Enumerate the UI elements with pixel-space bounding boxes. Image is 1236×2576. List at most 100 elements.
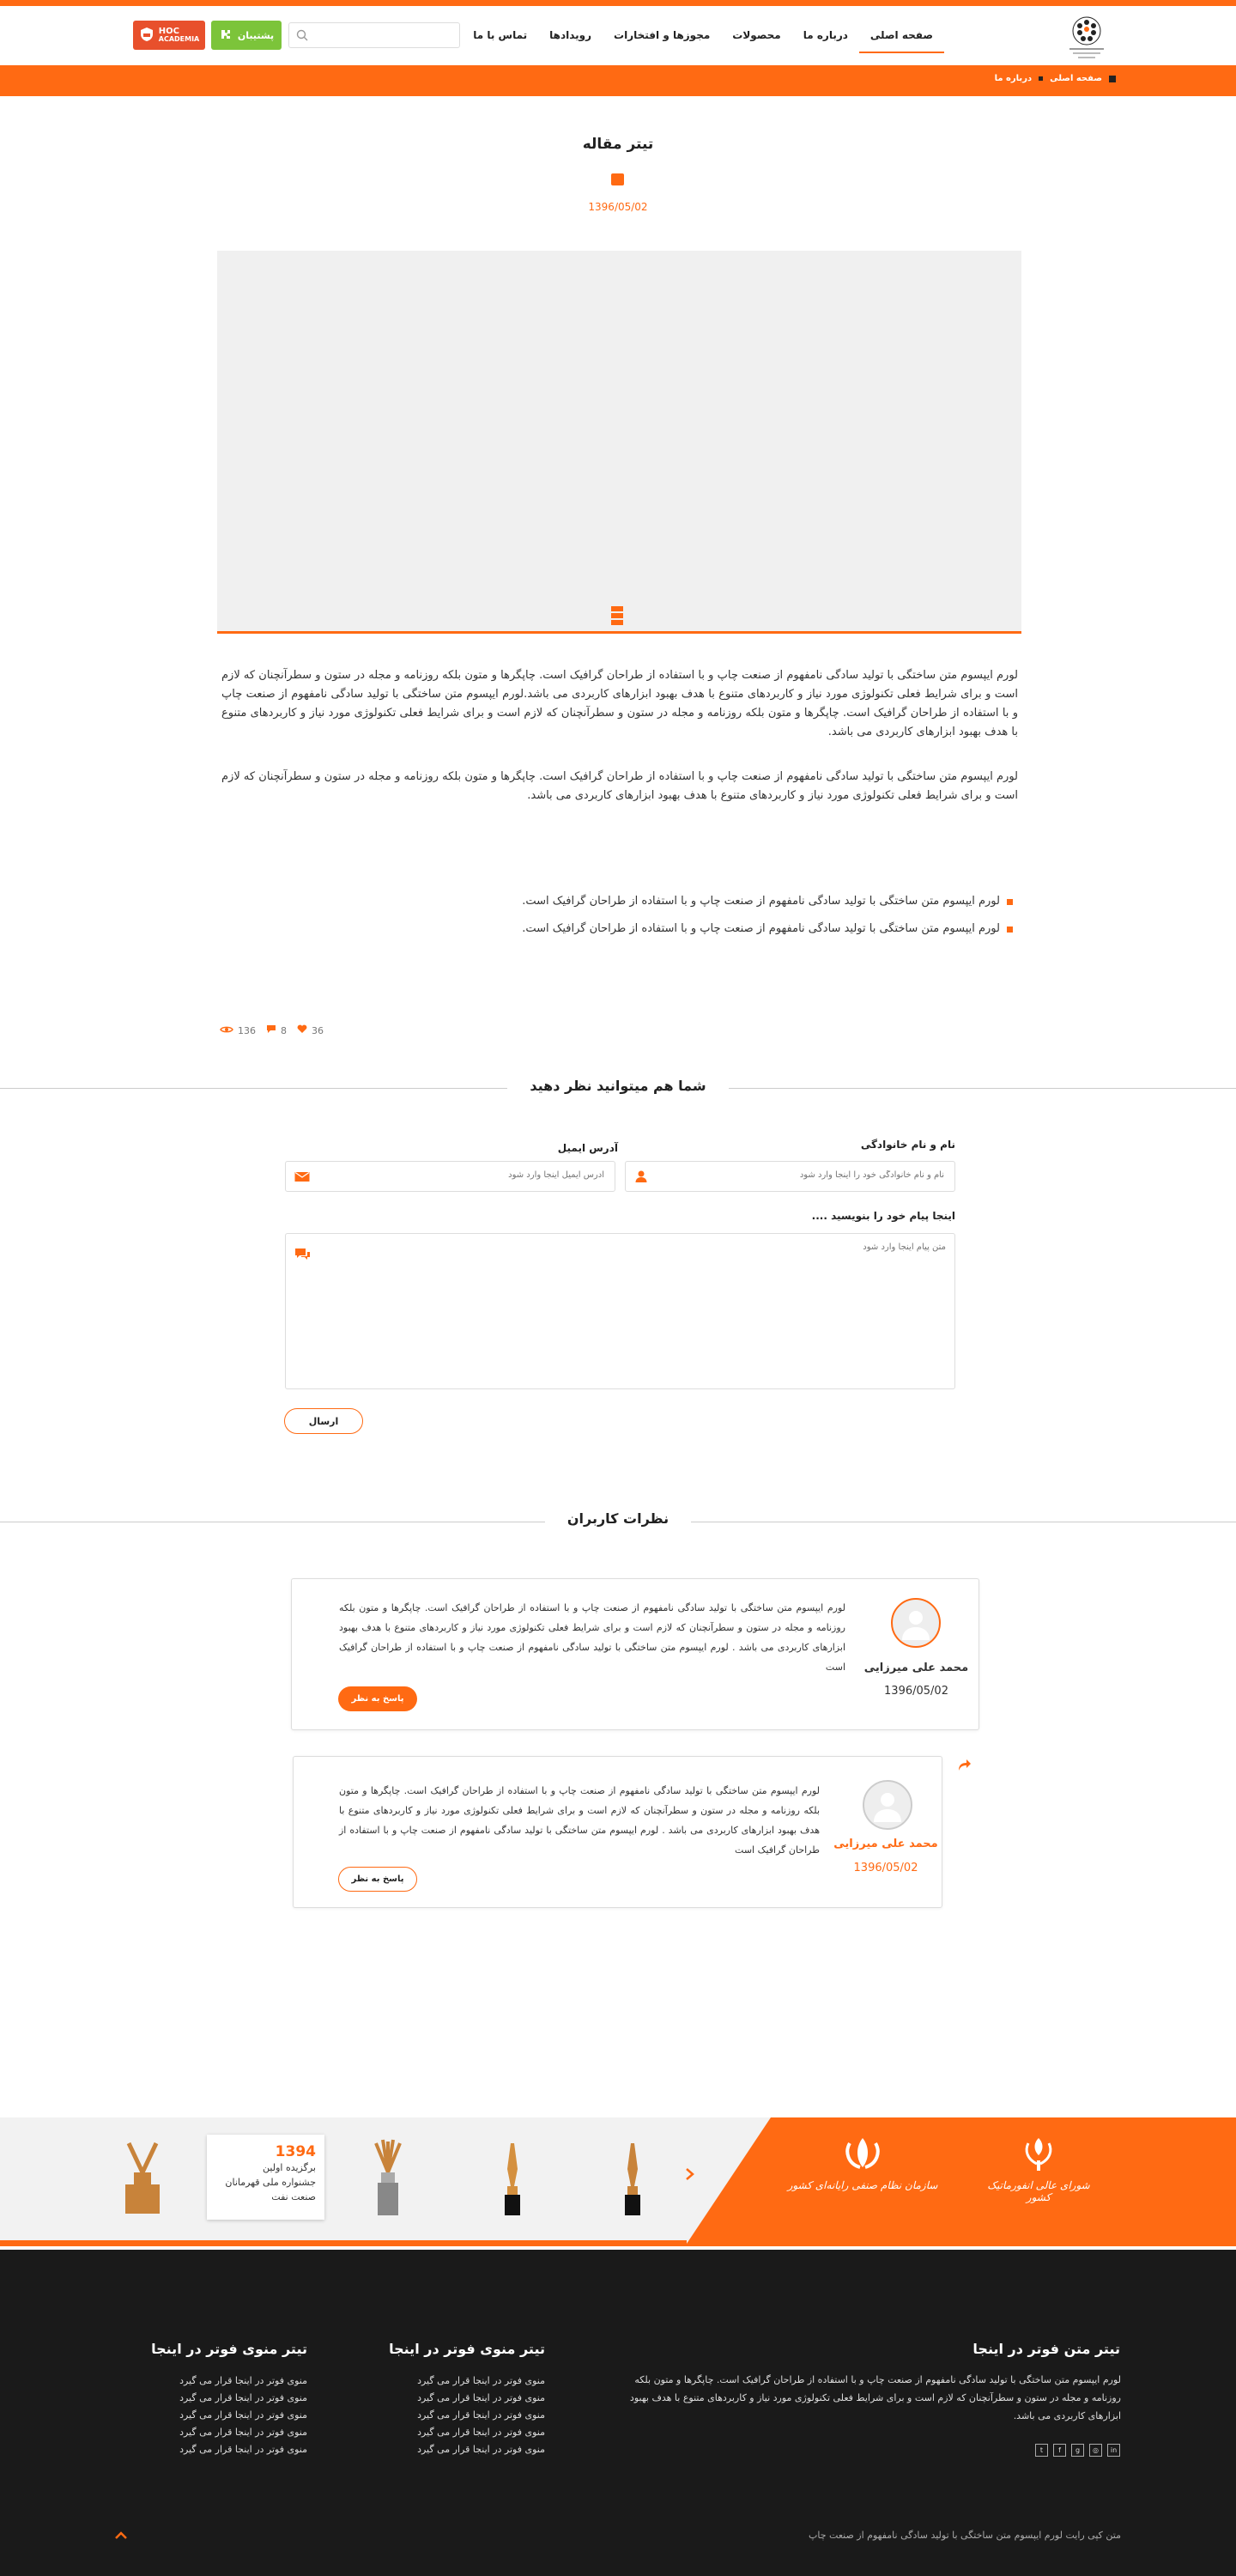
comment-author: محمد علی میرزایی	[833, 1838, 938, 1850]
top-accent-stripe	[0, 0, 1236, 6]
article-image	[217, 251, 1021, 631]
footer-menu-2-title: تیتر منوی فوتر در اینجا	[151, 2341, 307, 2357]
nav-home[interactable]: صفحه اصلی	[858, 19, 944, 53]
org-1-name: شورای عالی انفورماتیک کشور	[987, 2179, 1090, 2203]
footer-link[interactable]: منوی فوتر در اینجا قرار می گیرد	[123, 2424, 307, 2441]
article-paragraph-1: لورم ایپسوم متن ساختگی با تولید سادگی نا…	[221, 669, 1018, 738]
slider-handle-icon[interactable]	[611, 606, 623, 629]
chat-icon	[294, 1248, 312, 1267]
footer-link[interactable]: منوی فوتر در اینجا قرار می گیرد	[360, 2372, 545, 2390]
reply-button[interactable]: پاسخ به نظر	[338, 1867, 417, 1892]
nav-licenses[interactable]: مجوزها و افتخارات	[603, 19, 721, 53]
message-field-wrap	[285, 1233, 955, 1389]
academy-shield-icon	[139, 27, 154, 44]
message-label: اینجا پیام خود را بنویسید ....	[811, 1210, 955, 1222]
search-icon[interactable]	[296, 29, 308, 45]
avatar	[863, 1780, 912, 1830]
nasr-emblem-icon	[845, 2138, 880, 2169]
bullet-icon	[1007, 898, 1013, 905]
likes-count: 36	[312, 1024, 324, 1036]
likes-stat[interactable]: 36	[297, 1024, 324, 1036]
trophy-icon	[500, 2140, 525, 2222]
trophy-icon	[117, 2135, 168, 2222]
avatar	[891, 1598, 941, 1648]
comment-form-heading: شما هم میتوانید نظر دهید	[446, 1078, 790, 1094]
academy-button[interactable]: HOC ACADEMIA	[133, 21, 205, 50]
org-2-name: سازمان نظام صنفی رایانه‌ای کشور	[787, 2179, 938, 2191]
award-line-2: جشنواره ملی قهرمانان	[225, 2177, 316, 2188]
envelope-icon	[294, 1170, 310, 1186]
award-line-3: صنعت نفت	[271, 2191, 316, 2202]
breadcrumb-home[interactable]: صفحه اصلی	[1050, 74, 1102, 83]
search-box	[288, 22, 460, 48]
sponsor-band-strip	[0, 2240, 687, 2246]
email-field[interactable]	[321, 1170, 604, 1180]
footer-link[interactable]: منوی فوتر در اینجا قرار می گیرد	[123, 2441, 307, 2458]
award-line-1: برگزیده اولین	[263, 2162, 316, 2173]
comment-card: محمد علی میرزایی 1396/05/02 لورم ایپسوم …	[291, 1578, 979, 1730]
footer-link[interactable]: منوی فوتر در اینجا قرار می گیرد	[360, 2424, 545, 2441]
puzzle-icon	[219, 27, 233, 44]
scroll-to-top-icon[interactable]	[114, 2530, 128, 2543]
article-bullet-list: لورم ایپسوم متن ساختگی با تولید سادگی نا…	[506, 893, 1013, 948]
support-button[interactable]: پشتیبان	[211, 21, 282, 50]
article-date: 1396/05/02	[588, 201, 648, 213]
home-icon	[1109, 75, 1116, 82]
comments-stat: 8	[266, 1024, 287, 1036]
article-stats: 136 8 36	[220, 1024, 324, 1036]
copyright: متن کپی رایت لورم ایپسوم متن ساختگی با ت…	[809, 2530, 1121, 2541]
breadcrumb: صفحه اصلی درباره ما	[970, 74, 1116, 83]
footer-menu-2: منوی فوتر در اینجا قرار می گیرد منوی فوت…	[123, 2372, 307, 2458]
chevron-right-icon[interactable]	[685, 2167, 695, 2184]
footer-link[interactable]: منوی فوتر در اینجا قرار می گیرد	[123, 2390, 307, 2407]
message-field[interactable]	[336, 1242, 946, 1380]
calendar-icon	[611, 173, 624, 185]
article-title: تیتر مقاله	[582, 136, 654, 153]
nav-events[interactable]: رویدادها	[538, 19, 603, 53]
trophy-icon	[369, 2138, 407, 2222]
site-logo[interactable]	[1061, 12, 1112, 64]
academy-label-2: ACADEMIA	[158, 35, 200, 43]
views-stat: 136	[220, 1025, 256, 1036]
nav-products[interactable]: محصولات	[721, 19, 791, 53]
comment-date: 1396/05/02	[853, 1862, 918, 1874]
facebook-icon[interactable]: f	[1053, 2444, 1066, 2457]
iran-emblem-icon	[1025, 2138, 1052, 2171]
sponsor-band-accent	[685, 2117, 1236, 2246]
list-item-text: لورم ایپسوم متن ساختگی با تولید سادگی نا…	[522, 895, 1000, 908]
footer-link[interactable]: منوی فوتر در اینجا قرار می گیرد	[360, 2441, 545, 2458]
comments-heading: نظرات کاربران	[446, 1510, 790, 1527]
logo-icon	[1069, 16, 1104, 58]
twitter-icon[interactable]: t	[1035, 2444, 1048, 2457]
user-icon	[634, 1170, 648, 1187]
comment-author: محمد علی میرزایی	[863, 1662, 969, 1674]
footer-about-title: تیتر متن فوتر در اینجا	[972, 2341, 1120, 2357]
linkedin-icon[interactable]: in	[1107, 2444, 1120, 2457]
reply-button[interactable]: پاسخ به نظر	[338, 1686, 417, 1711]
name-field[interactable]	[661, 1170, 944, 1180]
trophy-icon	[620, 2140, 645, 2222]
footer-menu-1-title: تیتر منوی فوتر در اینجا	[389, 2341, 545, 2357]
footer-link[interactable]: منوی فوتر در اینجا قرار می گیرد	[360, 2407, 545, 2424]
footer-menu-1: منوی فوتر در اینجا قرار می گیرد منوی فوت…	[360, 2372, 545, 2458]
footer-link[interactable]: منوی فوتر در اینجا قرار می گیرد	[360, 2390, 545, 2407]
heart-icon	[297, 1024, 307, 1036]
submit-button[interactable]: ارسال	[284, 1408, 363, 1434]
bullet-icon	[1007, 926, 1013, 933]
email-label: آدرس ایمیل	[557, 1142, 618, 1154]
nav-about[interactable]: درباره ما	[792, 19, 859, 53]
breadcrumb-about[interactable]: درباره ما	[995, 74, 1033, 83]
award-card[interactable]: 1394 برگزیده اولین جشنواره ملی قهرمانان …	[207, 2135, 324, 2220]
org-logo-1[interactable]: شورای عالی انفورماتیک کشور	[978, 2135, 1099, 2203]
search-input[interactable]	[310, 23, 456, 47]
comment-text: لورم ایپسوم متن ساختگی با تولید سادگی نا…	[339, 1602, 845, 1673]
award-year: 1394	[275, 2143, 316, 2160]
article-paragraph-2: لورم ایپسوم متن ساختگی با تولید سادگی نا…	[221, 770, 1018, 802]
google-plus-icon[interactable]: g	[1071, 2444, 1084, 2457]
org-logo-2[interactable]: سازمان نظام صنفی رایانه‌ای کشور	[785, 2135, 940, 2191]
footer-link[interactable]: منوی فوتر در اینجا قرار می گیرد	[123, 2407, 307, 2424]
footer-link[interactable]: منوی فوتر در اینجا قرار می گیرد	[123, 2372, 307, 2390]
instagram-icon[interactable]: ◎	[1089, 2444, 1102, 2457]
user-avatar-icon	[874, 1793, 901, 1822]
nav-contact[interactable]: تماس با ما	[462, 19, 538, 53]
